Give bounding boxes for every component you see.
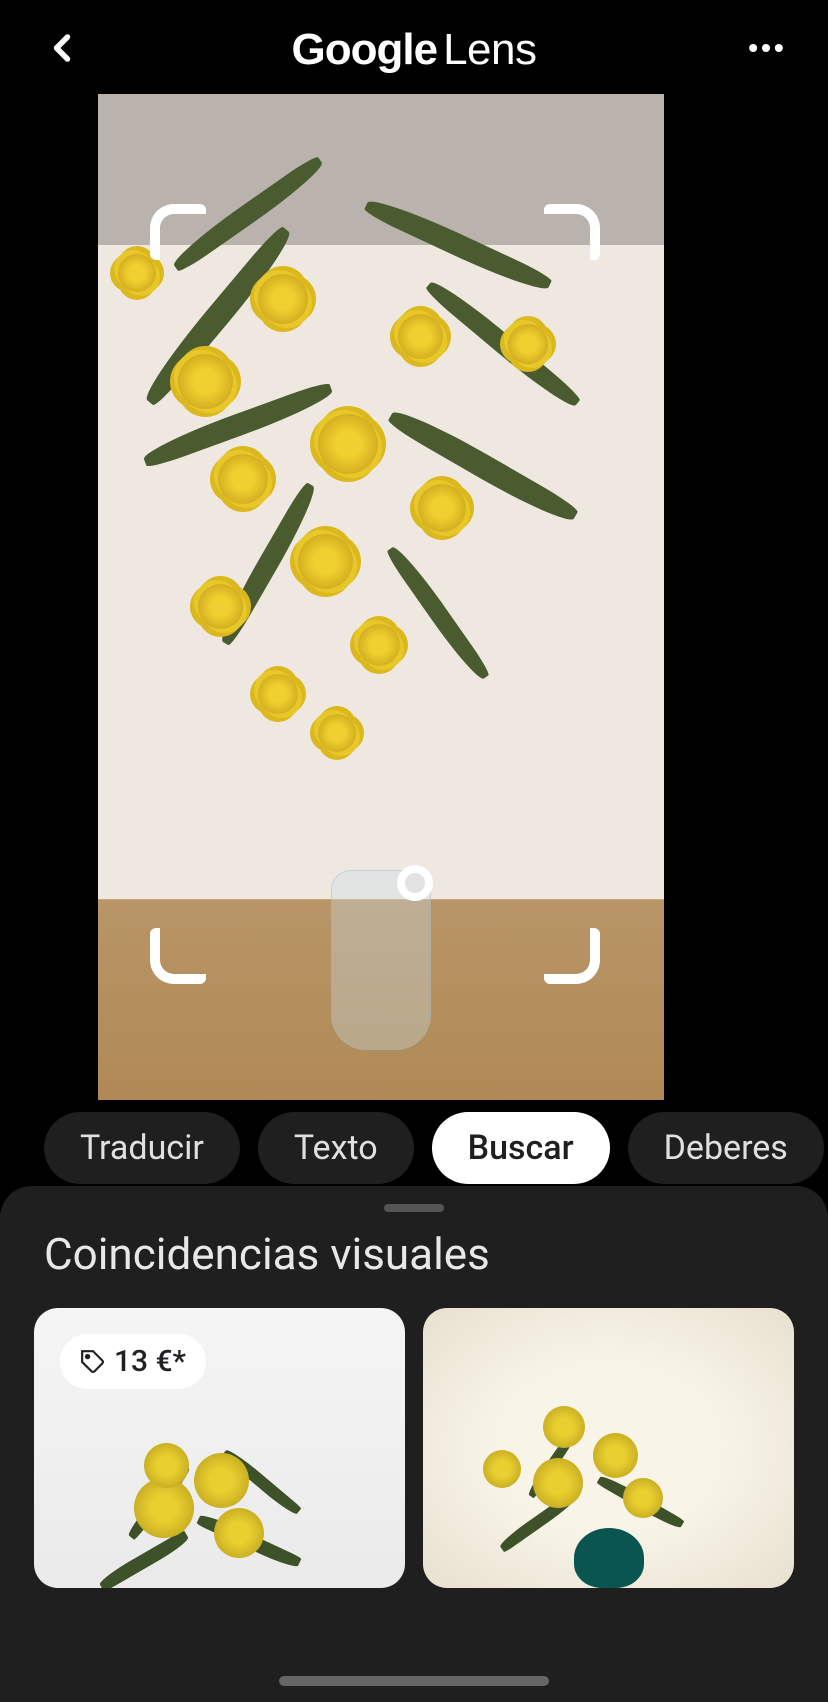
results-title: Coincidencias visuales	[0, 1212, 828, 1308]
thumb-vase	[574, 1528, 644, 1588]
back-icon[interactable]	[40, 26, 84, 74]
tab-text[interactable]: Texto	[258, 1112, 414, 1184]
app-header: Google Lens	[0, 0, 828, 100]
home-indicator[interactable]	[279, 1676, 549, 1686]
tab-translate[interactable]: Traducir	[44, 1112, 240, 1184]
logo-lens-text: Lens	[443, 25, 536, 75]
image-viewer[interactable]	[98, 94, 664, 1100]
result-card[interactable]: 13 €*	[34, 1308, 405, 1588]
more-icon[interactable]	[744, 26, 788, 74]
focus-point[interactable]	[397, 865, 433, 901]
google-lens-logo: Google Lens	[292, 25, 537, 75]
mode-tabs: Traducir Texto Buscar Deberes Compras	[0, 1112, 828, 1184]
price-text: 13 €*	[114, 1344, 186, 1379]
tab-homework[interactable]: Deberes	[628, 1112, 824, 1184]
photo-plant	[98, 154, 664, 804]
sheet-handle[interactable]	[384, 1204, 444, 1212]
results-grid: 13 €*	[0, 1308, 828, 1588]
logo-google-text: Google	[292, 25, 438, 75]
tab-search[interactable]: Buscar	[432, 1112, 610, 1184]
result-card[interactable]	[423, 1308, 794, 1588]
results-sheet[interactable]: Coincidencias visuales 13 €*	[0, 1186, 828, 1702]
price-badge: 13 €*	[60, 1334, 206, 1389]
